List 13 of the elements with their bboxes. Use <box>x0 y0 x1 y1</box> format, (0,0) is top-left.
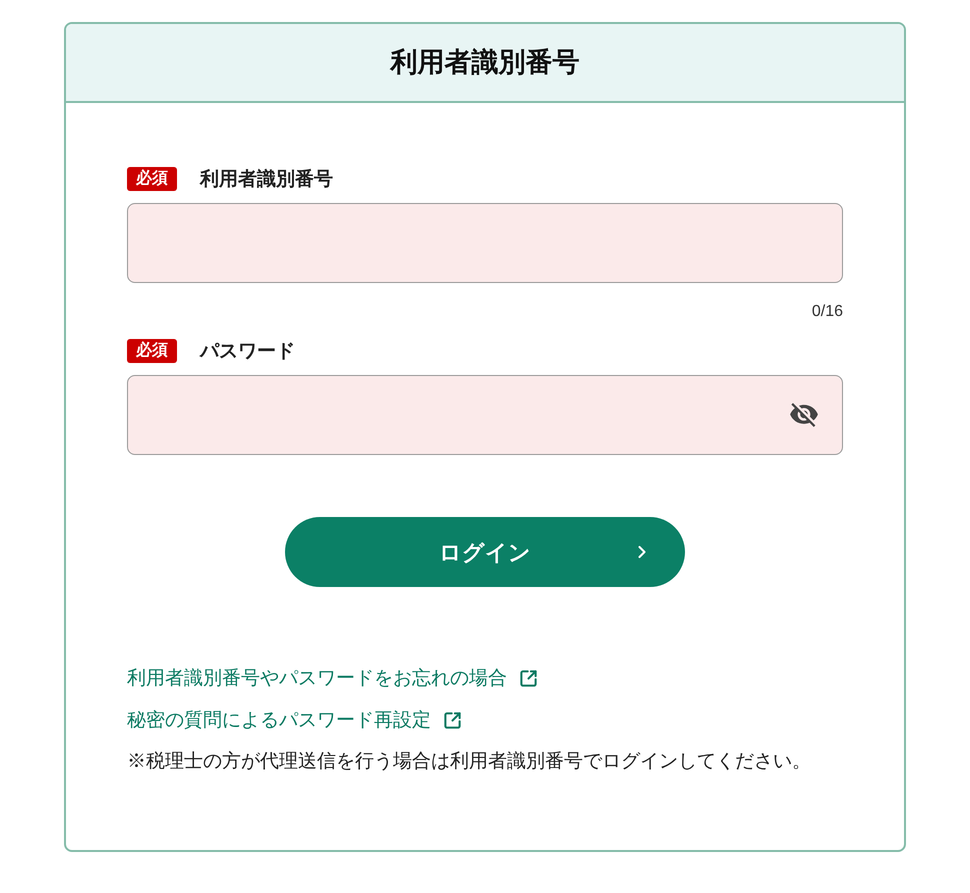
help-link[interactable]: 秘密の質問によるパスワード再設定 <box>127 710 431 730</box>
login-button[interactable]: ログイン <box>285 517 685 587</box>
password-field[interactable] <box>127 375 843 455</box>
eye-slash-icon[interactable] <box>790 403 818 427</box>
required-badge: 必須 <box>127 339 177 363</box>
required-badge: 必須 <box>127 167 177 191</box>
input-field[interactable] <box>127 203 843 283</box>
note-text: ※税理士の方が代理送信を行う場合は利用者識別番号でログインしてください。 <box>127 750 812 774</box>
help-link[interactable]: 利用者識別番号やパスワードをお忘れの場合 <box>127 668 507 688</box>
card-title: 利用者識別番号 <box>390 49 580 76</box>
character-counter: 0/16 <box>812 302 843 322</box>
field-label: 利用者識別番号 <box>200 170 333 188</box>
field-label: パスワード <box>200 342 295 360</box>
